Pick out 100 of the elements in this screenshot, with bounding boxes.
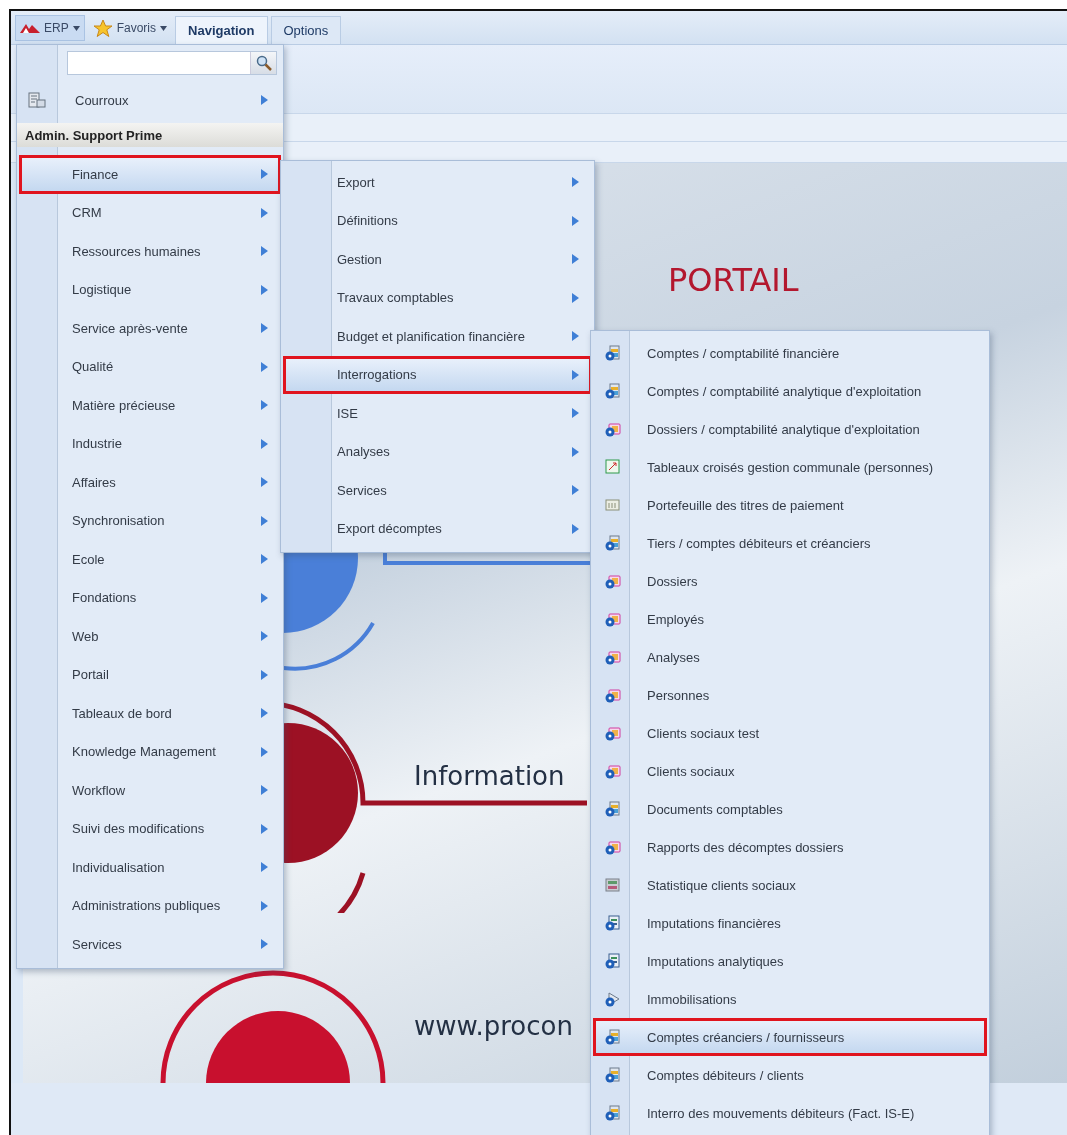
menu-item[interactable]: Gestion — [283, 240, 592, 279]
menu-item[interactable]: Administrations publiques — [19, 886, 281, 925]
menu-item[interactable]: Immobilisations — [593, 980, 987, 1018]
menu-item[interactable]: Portail — [19, 655, 281, 694]
report-icon — [604, 649, 621, 665]
submenu-arrow-icon — [261, 554, 268, 565]
submenu-arrow-icon — [261, 323, 268, 334]
caret-icon — [72, 25, 80, 31]
menu-item[interactable]: Matière précieuse — [19, 386, 281, 425]
menu-item[interactable]: Service après-vente — [19, 309, 281, 348]
menu-item[interactable]: Web — [19, 617, 281, 656]
submenu-arrow-icon — [572, 331, 579, 342]
menu-item[interactable]: Finance — [19, 155, 281, 194]
menu-item[interactable]: Export décomptes — [283, 509, 592, 548]
menu-item[interactable]: Comptes débiteurs / clients — [593, 1056, 987, 1094]
menu-item[interactable]: Comptes créanciers / fournisseurs — [593, 1018, 987, 1056]
menu-item[interactable]: Clients sociaux test — [593, 714, 987, 752]
submenu-arrow-icon — [261, 438, 268, 449]
building-icon — [28, 92, 46, 108]
menu-item[interactable]: Personnes — [593, 676, 987, 714]
submenu-arrow-icon — [261, 207, 268, 218]
menu-item[interactable]: Comptes / comptabilité financière — [593, 334, 987, 372]
menu-item[interactable]: Tableaux croisés gestion communale (personnes) — [593, 448, 987, 486]
menu-item[interactable]: ISE — [283, 394, 592, 433]
menu-item[interactable]: Imputations analytiques — [593, 942, 987, 980]
submenu-arrow-icon — [572, 485, 579, 496]
menu-item[interactable]: Services — [283, 471, 592, 510]
menu-item[interactable]: CRM — [19, 193, 281, 232]
submenu-arrow-icon — [572, 369, 579, 380]
submenu-arrow-icon — [261, 246, 268, 257]
report-icon — [604, 953, 621, 969]
menu-item[interactable]: Dossiers / comptabilité analytique d'exploitation — [593, 410, 987, 448]
report-icon — [604, 1105, 621, 1121]
submenu-arrow-icon — [261, 477, 268, 488]
menu-item[interactable]: Interrogations — [283, 355, 592, 394]
tab[interactable]: Options — [270, 16, 342, 44]
report-icon — [604, 345, 621, 361]
portal-title: PORTAIL — [668, 261, 799, 299]
report-icon — [604, 839, 621, 855]
section-header: Admin. Support Prime — [17, 123, 283, 147]
report-icon — [604, 915, 621, 931]
submenu-arrow-icon — [261, 669, 268, 680]
submenu-arrow-icon — [261, 631, 268, 642]
menu-item[interactable]: Affaires — [19, 463, 281, 502]
menu-item[interactable]: Documents comptables — [593, 790, 987, 828]
submenu-arrow-icon — [261, 284, 268, 295]
menu-item[interactable]: Rapports des décomptes dossiers — [593, 828, 987, 866]
menu-item[interactable]: Synchronisation — [19, 501, 281, 540]
report-icon — [604, 877, 621, 893]
menu-item[interactable]: Ressources humaines — [19, 232, 281, 271]
submenu-arrow-icon — [572, 446, 579, 457]
menu-dropdown-button[interactable]: ERP — [15, 15, 85, 41]
menu-item[interactable]: Export — [283, 163, 592, 202]
menu-item[interactable]: Courroux — [19, 81, 281, 119]
tab[interactable]: Navigation — [175, 16, 268, 44]
menu-item[interactable]: Analyses — [283, 432, 592, 471]
menu-item[interactable]: Tableaux de bord — [19, 694, 281, 733]
report-icon — [604, 1029, 621, 1045]
report-icon — [604, 383, 621, 399]
submenu-arrow-icon — [261, 823, 268, 834]
menu-item[interactable]: Portefeuille des titres de paiement — [593, 486, 987, 524]
menu-item[interactable]: Suivi des modifications — [19, 809, 281, 848]
search-button[interactable] — [250, 52, 276, 74]
menu-item[interactable]: Employés — [593, 600, 987, 638]
submenu-arrow-icon — [572, 177, 579, 188]
menu-item[interactable]: Clients sociaux — [593, 752, 987, 790]
menu-item[interactable]: Travaux comptables — [283, 278, 592, 317]
menu-dropdown-button[interactable]: Favoris — [87, 15, 173, 41]
caret-icon — [160, 25, 168, 31]
menu-item[interactable]: Ecole — [19, 540, 281, 579]
menu-item[interactable]: Interro des mouvements débiteurs (Fact. IS-E) — [593, 1094, 987, 1132]
submenu-arrow-icon — [261, 95, 268, 105]
menu-item[interactable]: Individualisation — [19, 848, 281, 887]
portal-heading: Information — [414, 761, 565, 791]
menu-item[interactable]: Logistique — [19, 270, 281, 309]
report-icon — [604, 573, 621, 589]
menu-item[interactable]: Définitions — [283, 201, 592, 240]
menu-item[interactable]: Knowledge Management — [19, 732, 281, 771]
report-icon — [604, 535, 621, 551]
menu-item[interactable]: Workflow — [19, 771, 281, 810]
menu-item[interactable]: Services — [19, 925, 281, 964]
report-icon — [604, 991, 621, 1007]
star-icon — [92, 18, 113, 38]
menu-item[interactable]: Industrie — [19, 424, 281, 463]
menu-item[interactable]: Comptes / comptabilité analytique d'exploitation — [593, 372, 987, 410]
submenu-arrow-icon — [261, 361, 268, 372]
menu-item[interactable]: Dossiers — [593, 562, 987, 600]
menu-item[interactable]: Budget et planification financière — [283, 317, 592, 356]
menu-item[interactable]: Fondations — [19, 578, 281, 617]
report-icon — [604, 725, 621, 741]
menu-item[interactable]: Imputations financières — [593, 904, 987, 942]
mountain-logo-icon — [20, 23, 40, 33]
report-icon — [604, 801, 621, 817]
search-field[interactable] — [67, 51, 277, 75]
menu-item[interactable]: Tiers / comptes débiteurs et créanciers — [593, 524, 987, 562]
menu-item[interactable]: Qualité — [19, 347, 281, 386]
submenu-arrow-icon — [572, 523, 579, 534]
menu-item[interactable]: Statistique clients sociaux — [593, 866, 987, 904]
menu-item[interactable]: Analyses — [593, 638, 987, 676]
search-icon — [255, 55, 272, 71]
